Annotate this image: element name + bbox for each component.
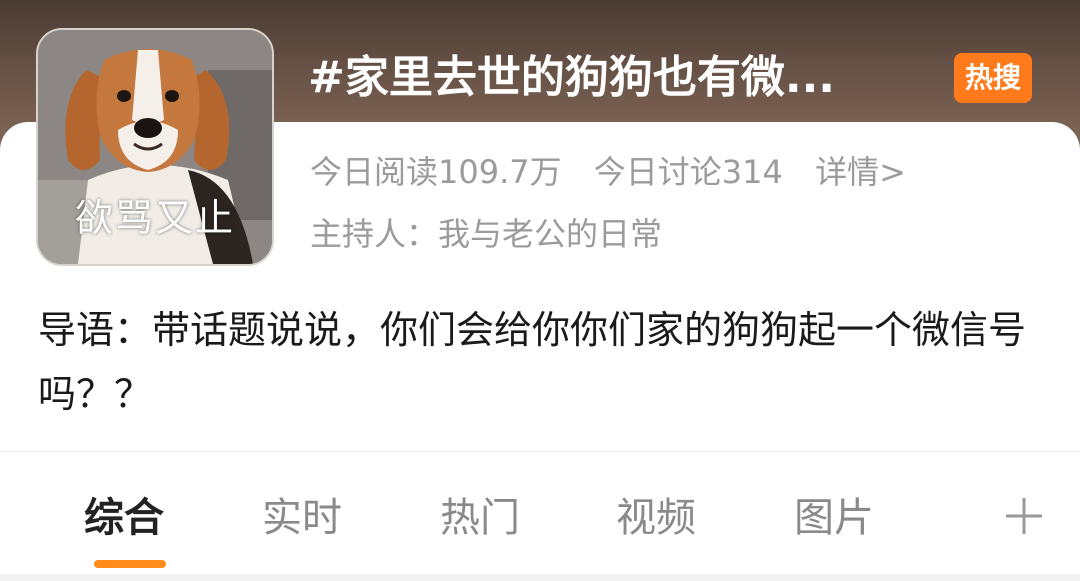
hot-search-badge: 热搜	[954, 53, 1032, 103]
topic-title: #家里去世的狗狗也有微...	[308, 52, 836, 103]
avatar-caption: 欲骂又止	[74, 196, 235, 240]
topic-stats: 今日阅读109.7万 今日讨论314 详情>	[310, 150, 928, 194]
active-tab-indicator	[94, 560, 166, 568]
tab-video[interactable]: 视频	[616, 490, 696, 546]
topic-avatar[interactable]: 欲骂又止	[36, 28, 274, 266]
topic-tabs: 综合 实时 热门 视频 图片	[0, 452, 1080, 581]
tab-hot[interactable]: 热门	[440, 490, 520, 546]
tab-images[interactable]: 图片	[794, 490, 874, 546]
bottom-separator	[0, 574, 1080, 581]
tab-realtime[interactable]: 实时	[262, 490, 342, 546]
plus-icon[interactable]	[1002, 494, 1046, 538]
topic-intro: 导语：带话题说说，你们会给你你们家的狗狗起一个微信号吗？？	[38, 308, 1027, 416]
reads-count: 今日阅读109.7万	[310, 153, 562, 191]
details-link[interactable]: 详情>	[815, 153, 906, 191]
tab-comprehensive[interactable]: 综合	[84, 490, 164, 546]
discussions-count: 今日讨论314	[593, 153, 783, 191]
topic-host[interactable]: 主持人：我与老公的日常	[310, 212, 662, 256]
